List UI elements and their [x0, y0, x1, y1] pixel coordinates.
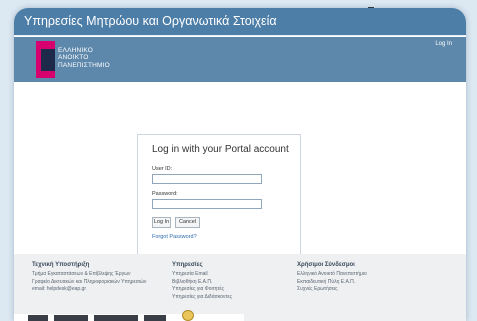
- header-login-link[interactable]: Log In: [435, 41, 452, 47]
- password-label: Password:: [152, 191, 178, 197]
- login-title: Log in with your Portal account: [152, 144, 289, 155]
- logo-line-1: ΕΛΛΗΝΙΚΟ: [58, 47, 94, 54]
- sponsor-logo: [94, 315, 138, 321]
- footer-sponsor-strip: [14, 310, 244, 321]
- sponsor-logo: [54, 315, 88, 321]
- cancel-button[interactable]: Cancel: [175, 217, 200, 228]
- title-bar: Υπηρεσίες Μητρώου και Οργανωτικά Στοιχεί…: [14, 8, 466, 36]
- footer-col-services: Υπηρεσίες Υπηρεσία Email Βιβλιοθήκη Ε.Α.…: [172, 262, 232, 301]
- user-id-label: User ID:: [152, 166, 173, 172]
- footer-link[interactable]: Γραφείο Δικτυακών και Πληροφοριακών Υπηρ…: [32, 279, 146, 287]
- footer-link[interactable]: Ελληνικό Ανοικτό Πανεπιστήμιο: [297, 271, 367, 279]
- footer-link[interactable]: Υπηρεσία Email: [172, 271, 232, 279]
- footer-heading: Τεχνική Υποστήριξη: [32, 262, 90, 268]
- login-card: Log in with your Portal account User ID:…: [137, 134, 301, 255]
- footer-link[interactable]: Υπηρεσίες για Διδάσκοντες: [172, 294, 232, 302]
- page-title: Υπηρεσίες Μητρώου και Οργανωτικά Στοιχεί…: [24, 14, 277, 28]
- footer: Τεχνική Υποστήριξη Τμήμα Εγκαταστάσεων &…: [14, 254, 466, 321]
- user-id-input[interactable]: [152, 174, 262, 184]
- main-content: Log in with your Portal account User ID:…: [14, 82, 466, 255]
- seal-icon: [182, 310, 194, 321]
- footer-link[interactable]: Συχνές Ερωτήσεις: [297, 286, 367, 294]
- logo-mark-navy: [41, 49, 55, 71]
- logo-line-3: ΠΑΝΕΠΙΣΤΗΜΙΟ: [58, 61, 110, 69]
- footer-heading: Χρήσιμοι Σύνδεσμοι: [297, 262, 355, 268]
- login-button[interactable]: Log In: [152, 217, 171, 228]
- footer-col-support: Τεχνική Υποστήριξη Τμήμα Εγκαταστάσεων &…: [32, 262, 146, 294]
- footer-col-useful-links: Χρήσιμοι Σύνδεσμοι Ελληνικό Ανοικτό Πανε…: [297, 262, 367, 294]
- forgot-password-link[interactable]: Forgot Password?: [152, 234, 197, 240]
- footer-link[interactable]: email: helpdesk@eap.gr: [32, 286, 146, 294]
- browser-frame: Υπηρεσίες Μητρώου και Οργανωτικά Στοιχεί…: [14, 8, 466, 321]
- password-input[interactable]: [152, 199, 262, 209]
- footer-heading: Υπηρεσίες: [172, 262, 203, 268]
- logo-line-2: ΑΝΟΙΚΤΟ: [58, 54, 89, 62]
- header-banner: ΕΛΛΗΝΙΚΟ ΑΝΟΙΚΤΟ ΠΑΝΕΠΙΣΤΗΜΙΟ Log In: [14, 37, 466, 82]
- university-logo[interactable]: ΕΛΛΗΝΙΚΟ ΑΝΟΙΚΤΟ ΠΑΝΕΠΙΣΤΗΜΙΟ: [36, 41, 146, 78]
- footer-link[interactable]: Υπηρεσίες για Φοιτητές: [172, 286, 232, 294]
- sponsor-logo: [144, 315, 166, 321]
- footer-link[interactable]: Τμήμα Εγκαταστάσεων & Επίβλεψης Έργων: [32, 271, 146, 279]
- sponsor-logo: [28, 315, 48, 321]
- logo-text: ΕΛΛΗΝΙΚΟ ΑΝΟΙΚΤΟ ΠΑΝΕΠΙΣΤΗΜΙΟ: [58, 47, 110, 69]
